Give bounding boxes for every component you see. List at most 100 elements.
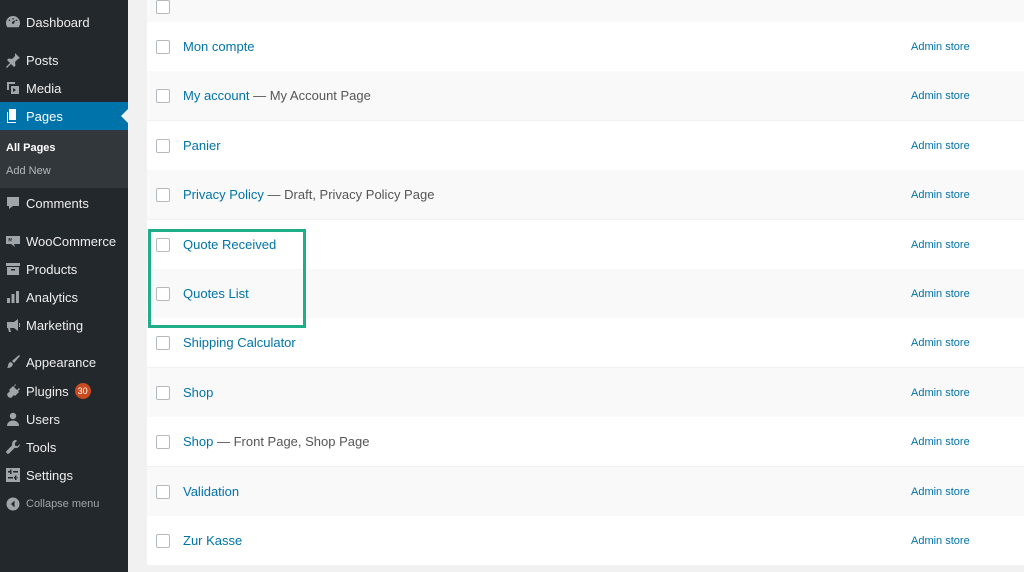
media-icon	[4, 79, 22, 97]
page-title-link[interactable]: Shop	[183, 385, 213, 400]
plug-icon	[4, 382, 22, 400]
page-state: — Front Page, Shop Page	[213, 434, 370, 449]
table-row: My account — My Account Page Admin store	[147, 71, 1024, 120]
row-checkbox[interactable]	[156, 187, 170, 202]
page-title-link[interactable]: Quote Received	[183, 237, 276, 252]
page-title-cell: My account — My Account Page	[183, 88, 371, 103]
row-checkbox[interactable]	[156, 434, 170, 449]
menu-label: Media	[26, 80, 62, 96]
author-link[interactable]: Admin store	[911, 140, 970, 152]
menu-users[interactable]: Users	[0, 405, 128, 433]
menu-plugins[interactable]: Plugins 30	[0, 377, 128, 405]
page-title-cell: Privacy Policy — Draft, Privacy Policy P…	[183, 187, 434, 202]
menu-label: Products	[26, 261, 78, 277]
pages-list-table: Mon compte Admin store My account — My A…	[147, 0, 1024, 572]
page-title-link[interactable]: My account	[183, 88, 249, 103]
row-checkbox[interactable]	[156, 88, 170, 103]
page-title-cell: Quotes List	[183, 286, 249, 301]
row-checkbox[interactable]	[156, 286, 170, 301]
menu-label: Dashboard	[26, 14, 90, 30]
menu-tools[interactable]: Tools	[0, 433, 128, 461]
row-checkbox[interactable]	[156, 484, 170, 499]
author-link[interactable]: Admin store	[911, 288, 970, 300]
menu-label: Posts	[26, 52, 59, 68]
page-title-link[interactable]: Privacy Policy	[183, 187, 264, 202]
author-link[interactable]: Admin store	[911, 436, 970, 448]
author-link[interactable]: Admin store	[911, 535, 970, 547]
author-link[interactable]: Admin store	[911, 337, 970, 349]
admin-sidebar: Dashboard Posts Media Pages All Pages Ad…	[0, 0, 128, 572]
user-icon	[4, 410, 22, 428]
author-link[interactable]: Admin store	[911, 486, 970, 498]
archive-icon	[4, 260, 22, 278]
menu-comments[interactable]: Comments	[0, 189, 128, 217]
collapse-menu-button[interactable]: Collapse menu	[0, 490, 128, 518]
menu-label: WooCommerce	[26, 233, 117, 249]
page-title-cell: Shop	[183, 385, 213, 400]
menu-dashboard[interactable]: Dashboard	[0, 8, 128, 36]
menu-pages[interactable]: Pages	[0, 102, 128, 130]
page-state: — My Account Page	[249, 88, 371, 103]
page-title-link[interactable]: Mon compte	[183, 39, 255, 54]
author-link[interactable]: Admin store	[911, 90, 970, 102]
page-title-link[interactable]: Panier	[183, 138, 221, 153]
row-checkbox[interactable]	[156, 138, 170, 153]
menu-label: Plugins	[26, 383, 69, 399]
author-link[interactable]: Admin store	[911, 387, 970, 399]
menu-woocommerce[interactable]: WooCommerce	[0, 227, 128, 255]
pages-icon	[4, 107, 22, 125]
page-title-link[interactable]: Validation	[183, 484, 239, 499]
row-checkbox[interactable]	[156, 335, 170, 350]
table-row: Privacy Policy — Draft, Privacy Policy P…	[147, 170, 1024, 219]
row-checkbox[interactable]	[156, 0, 170, 14]
bar-chart-icon	[4, 288, 22, 306]
table-row: Shop Admin store	[147, 368, 1024, 417]
menu-analytics[interactable]: Analytics	[0, 283, 128, 311]
author-link[interactable]: Admin store	[911, 41, 970, 53]
woocommerce-icon	[4, 232, 22, 250]
menu-marketing[interactable]: Marketing	[0, 311, 128, 339]
page-title-cell: Zur Kasse	[183, 533, 242, 548]
page-title-cell: Panier	[183, 138, 221, 153]
menu-settings[interactable]: Settings	[0, 461, 128, 489]
menu-label: Comments	[26, 195, 89, 211]
author-link[interactable]: Admin store	[911, 239, 970, 251]
page-title-link[interactable]: Quotes List	[183, 286, 249, 301]
menu-appearance[interactable]: Appearance	[0, 348, 128, 376]
table-row: Shipping Calculator Admin store	[147, 318, 1024, 367]
dashboard-icon	[4, 13, 22, 31]
row-checkbox[interactable]	[156, 385, 170, 400]
page-title-cell: Shop — Front Page, Shop Page	[183, 434, 369, 449]
row-checkbox[interactable]	[156, 39, 170, 54]
page-title-link[interactable]: Shop	[183, 434, 213, 449]
pages-submenu: All Pages Add New	[0, 130, 128, 188]
menu-products[interactable]: Products	[0, 255, 128, 283]
author-link[interactable]: Admin store	[911, 189, 970, 201]
table-row: Mon compte Admin store	[147, 22, 1024, 71]
menu-label: Settings	[26, 467, 73, 483]
row-checkbox[interactable]	[156, 237, 170, 252]
table-row: Quotes List Admin store	[147, 269, 1024, 318]
menu-label: Pages	[26, 108, 63, 124]
submenu-add-new[interactable]: Add New	[6, 165, 51, 177]
table-row: Shop — Front Page, Shop Page Admin store	[147, 417, 1024, 466]
submenu-all-pages[interactable]: All Pages	[6, 142, 56, 154]
row-checkbox[interactable]	[156, 533, 170, 548]
megaphone-icon	[4, 316, 22, 334]
table-row: Validation Admin store	[147, 467, 1024, 516]
table-row: Zur Kasse Admin store	[147, 516, 1024, 565]
menu-media[interactable]: Media	[0, 74, 128, 102]
plugins-update-badge: 30	[74, 383, 91, 399]
table-row: Quote Received Admin store	[147, 220, 1024, 269]
comment-icon	[4, 194, 22, 212]
menu-label: Tools	[26, 439, 57, 455]
page-title-link[interactable]: Zur Kasse	[183, 533, 242, 548]
menu-label: Appearance	[26, 354, 97, 370]
page-title-cell: Shipping Calculator	[183, 335, 296, 350]
menu-posts[interactable]: Posts	[0, 46, 128, 74]
page-title-cell: Validation	[183, 484, 239, 499]
page-state: — Draft, Privacy Policy Page	[263, 187, 435, 202]
wrench-icon	[4, 438, 22, 456]
page-title-link[interactable]: Shipping Calculator	[183, 335, 296, 350]
menu-label: Users	[26, 411, 60, 427]
